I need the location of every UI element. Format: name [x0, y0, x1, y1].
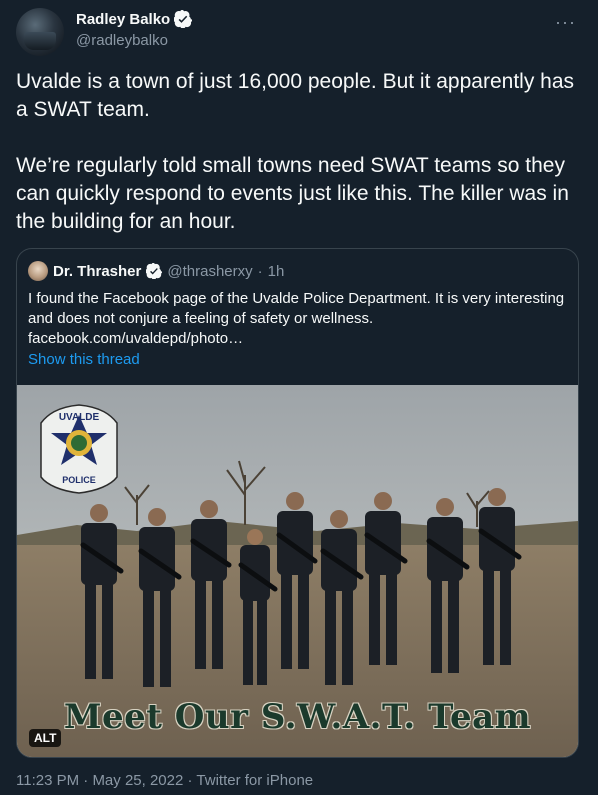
uvalde-police-badge: UVALDE POLICE: [40, 404, 118, 494]
quoted-tweet-text: I found the Facebook page of the Uvalde …: [28, 290, 565, 347]
tweet-header: Radley Balko @radleybalko ···: [16, 8, 582, 56]
tweet-time[interactable]: 11:23 PM: [16, 772, 79, 789]
author-avatar[interactable]: [16, 8, 64, 56]
quoted-author-name: Dr. Thrasher: [53, 262, 142, 280]
tweet-metadata: 11:23 PM · May 25, 2022 · Twitter for iP…: [16, 772, 313, 789]
show-thread-link[interactable]: Show this thread: [28, 351, 140, 368]
tweet-source: Twitter for iPhone: [196, 772, 314, 789]
author-handle[interactable]: @radleybalko: [76, 32, 168, 49]
dot-separator: ·: [187, 772, 193, 789]
tweet-date[interactable]: May 25, 2022: [92, 772, 183, 789]
author-name[interactable]: Radley Balko: [76, 11, 170, 28]
svg-text:UVALDE: UVALDE: [59, 412, 100, 423]
svg-text:POLICE: POLICE: [62, 475, 96, 485]
verified-badge-icon: [146, 263, 163, 279]
quoted-tweet[interactable]: Dr. Thrasher @thrasherxy · 1h I found th…: [16, 248, 579, 758]
dot-separator: ·: [83, 772, 89, 789]
alt-text-badge[interactable]: ALT: [29, 729, 62, 747]
dot-separator: ·: [257, 262, 263, 280]
tweet-text: Uvalde is a town of just 16,000 people. …: [16, 70, 575, 233]
author-name-row: Radley Balko: [76, 10, 193, 28]
more-horizontal-icon[interactable]: ···: [555, 12, 576, 33]
quoted-tweet-header: Dr. Thrasher @thrasherxy · 1h: [28, 261, 284, 281]
quoted-author-avatar: [28, 261, 48, 281]
quoted-author-handle: @thrasherxy: [167, 262, 253, 280]
verified-badge-icon: [174, 10, 193, 28]
quoted-tweet-photo[interactable]: UVALDE POLICE Meet Our S.W.A.T. Team ALT: [17, 385, 578, 757]
quoted-tweet-time: 1h: [267, 262, 285, 280]
photo-caption: Meet Our S.W.A.T. Team: [63, 697, 532, 737]
